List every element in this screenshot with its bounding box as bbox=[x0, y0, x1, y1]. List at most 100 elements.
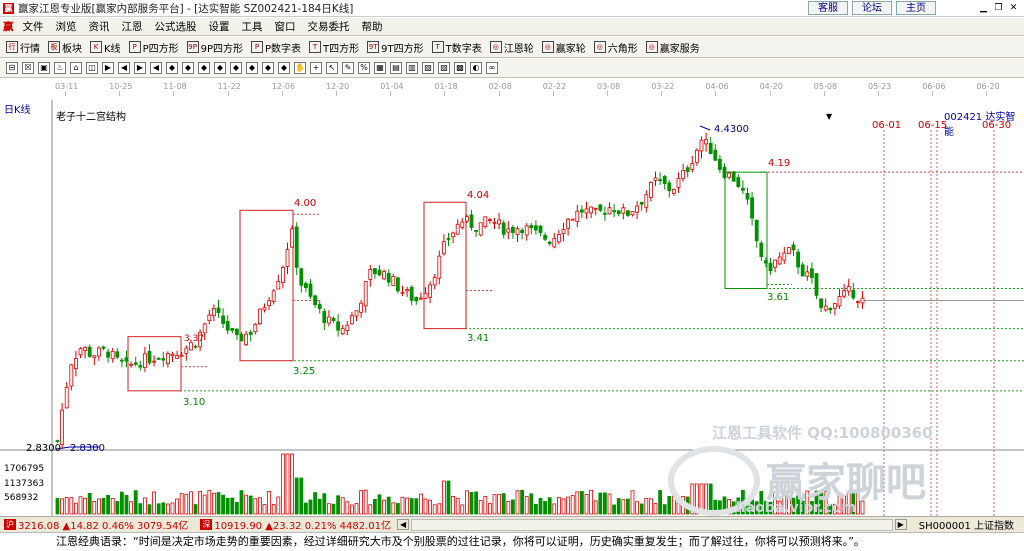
candle-body bbox=[685, 167, 690, 172]
drawing-tool-icon[interactable]: ▶ bbox=[134, 62, 146, 74]
toolbar-button-3[interactable]: P P四方形 bbox=[128, 40, 179, 55]
toolbar-button-label: K线 bbox=[104, 43, 121, 55]
scroll-right-icon[interactable]: ▶ bbox=[894, 519, 907, 530]
toolbar-button-2[interactable]: K K线 bbox=[90, 40, 121, 55]
volume-bar bbox=[658, 490, 662, 515]
drawing-tool-icon[interactable]: ✎ bbox=[342, 62, 354, 74]
candle-body bbox=[359, 302, 364, 313]
menu-item-7[interactable]: 窗口 bbox=[269, 19, 302, 34]
drawing-tool-icon[interactable]: ◐ bbox=[470, 62, 482, 74]
candle-body bbox=[649, 182, 653, 198]
candle-body bbox=[142, 353, 147, 368]
drawing-tool-icon[interactable]: ▶ bbox=[102, 62, 114, 74]
drawing-tool-icon[interactable]: ▣ bbox=[38, 62, 50, 74]
toolbar-button-12[interactable]: ◎ 赢家服务 bbox=[645, 40, 700, 55]
candle-body bbox=[152, 360, 157, 363]
volume-bar bbox=[271, 504, 276, 515]
drawing-tool-icon[interactable]: ▧ bbox=[422, 62, 434, 74]
top-link-forum[interactable]: 论坛 bbox=[852, 1, 892, 15]
menu-item-8[interactable]: 交易委托 bbox=[302, 19, 356, 34]
candle-body bbox=[787, 247, 791, 254]
toolbar-button-7[interactable]: 9T 9T四方形 bbox=[367, 40, 424, 55]
toolbar-button-10[interactable]: ◎ 赢家轮 bbox=[541, 40, 586, 55]
drawing-tool-icon[interactable]: ◀ bbox=[150, 62, 162, 74]
candle-body bbox=[451, 232, 456, 238]
toolbar-button-8[interactable]: T T数字表 bbox=[431, 40, 482, 55]
drawing-tool-icon[interactable]: ◆ bbox=[182, 62, 194, 74]
toolbar-button-11[interactable]: ◎ 六角形 bbox=[593, 40, 638, 55]
candle-body bbox=[115, 351, 120, 358]
drawing-tool-icon[interactable]: ♨ bbox=[54, 62, 66, 74]
volume-bar bbox=[377, 494, 382, 515]
top-link-service[interactable]: 客服 bbox=[808, 1, 848, 15]
drawing-tool-icon[interactable]: ▤ bbox=[390, 62, 402, 74]
chart-dropdown-icon[interactable]: ▼ bbox=[826, 112, 832, 121]
volume-bar bbox=[336, 495, 341, 515]
toolbar-button-6[interactable]: T T四方形 bbox=[309, 40, 359, 55]
drawing-tool-icon[interactable]: ◆ bbox=[198, 62, 210, 74]
watermark-tool: 江恩工具软件 QQ:100800360 bbox=[712, 424, 933, 442]
drawing-tool-icon[interactable]: ◆ bbox=[278, 62, 290, 74]
menu-item-4[interactable]: 公式选股 bbox=[149, 19, 203, 34]
menu-item-2[interactable]: 资讯 bbox=[83, 19, 116, 34]
minimize-icon[interactable]: ▁ bbox=[977, 2, 990, 14]
menu-item-3[interactable]: 江恩 bbox=[116, 19, 149, 34]
top-link-home[interactable]: 主页 bbox=[896, 1, 936, 15]
restore-icon[interactable]: ❐ bbox=[992, 2, 1005, 14]
toolbar-button-0[interactable]: 行行情 bbox=[6, 40, 40, 55]
menu-item-1[interactable]: 浏览 bbox=[50, 19, 83, 34]
drawing-tool-icon[interactable]: ⊟ bbox=[6, 62, 18, 74]
scroll-left-icon[interactable]: ◀ bbox=[397, 519, 410, 530]
candle-body bbox=[294, 226, 299, 268]
status-scrollbar[interactable] bbox=[411, 518, 893, 531]
drawing-tool-icon[interactable]: ↖ bbox=[326, 62, 338, 74]
drawing-tool-icon[interactable]: ▩ bbox=[454, 62, 466, 74]
menu-item-6[interactable]: 工具 bbox=[236, 19, 269, 34]
drawing-tool-icon[interactable]: ∞ bbox=[486, 62, 498, 74]
drawing-tool-icon[interactable]: ◆ bbox=[246, 62, 258, 74]
time-price-box bbox=[724, 171, 768, 290]
drawing-tool-icon[interactable]: ✋ bbox=[294, 62, 306, 74]
candle-body bbox=[299, 268, 304, 286]
candle-body bbox=[179, 354, 184, 357]
volume-bar bbox=[211, 492, 216, 515]
volume-bar bbox=[175, 498, 180, 515]
toolbar-button-5[interactable]: P P数字表 bbox=[251, 40, 301, 55]
close-icon[interactable]: ✕ bbox=[1007, 2, 1020, 14]
drawing-tool-icon[interactable]: ◀ bbox=[118, 62, 130, 74]
drawing-tool-icon[interactable]: ◆ bbox=[214, 62, 226, 74]
kline-chart[interactable]: 老子十二宫结构 ▼ 002421 达实智能 06-01 06-15 06-30 … bbox=[0, 100, 1024, 516]
price-label-400: 4.00 bbox=[294, 198, 317, 209]
drawing-tool-icon[interactable]: ▨ bbox=[438, 62, 450, 74]
drawing-tool-icon[interactable]: % bbox=[358, 62, 370, 74]
drawing-tool-icon[interactable]: ⌂ bbox=[70, 62, 82, 74]
toolbar-button-9[interactable]: ◎ 江恩轮 bbox=[489, 40, 534, 55]
index-selector[interactable]: SH000001 上证指数 bbox=[919, 517, 1014, 532]
volume-bar bbox=[290, 453, 295, 515]
volume-bar bbox=[326, 503, 331, 515]
toolbar-button-1[interactable]: 板板块 bbox=[48, 40, 82, 55]
candle-body bbox=[313, 295, 318, 306]
drawing-tool-icon[interactable]: ☒ bbox=[22, 62, 34, 74]
candle-body bbox=[856, 301, 860, 304]
drawing-tool-icon[interactable]: ◫ bbox=[86, 62, 98, 74]
toolbar-button-icon: T bbox=[309, 41, 322, 53]
date-tick bbox=[769, 91, 771, 96]
drawing-tool-icon[interactable]: ▦ bbox=[374, 62, 386, 74]
volume-bar bbox=[635, 501, 639, 515]
drawing-tool-icon[interactable]: + bbox=[310, 62, 322, 74]
candle-body bbox=[129, 363, 134, 366]
drawing-tool-icon[interactable]: ◆ bbox=[230, 62, 242, 74]
candle-body bbox=[221, 315, 226, 324]
menu-item-5[interactable]: 设置 bbox=[203, 19, 236, 34]
toolbar-button-4[interactable]: 9P 9P四方形 bbox=[186, 40, 243, 55]
drawing-tool-icon[interactable]: ◆ bbox=[166, 62, 178, 74]
menu-item-0[interactable]: 文件 bbox=[17, 19, 50, 34]
candle-body bbox=[97, 347, 101, 357]
menu-item-9[interactable]: 帮助 bbox=[356, 19, 389, 34]
drawing-tool-icon[interactable]: ▥ bbox=[406, 62, 418, 74]
volume-bar bbox=[621, 499, 626, 515]
drawing-tool-icon[interactable]: ◆ bbox=[262, 62, 274, 74]
candle-body bbox=[520, 229, 524, 234]
volume-axis-2: 1137363 bbox=[4, 479, 45, 489]
